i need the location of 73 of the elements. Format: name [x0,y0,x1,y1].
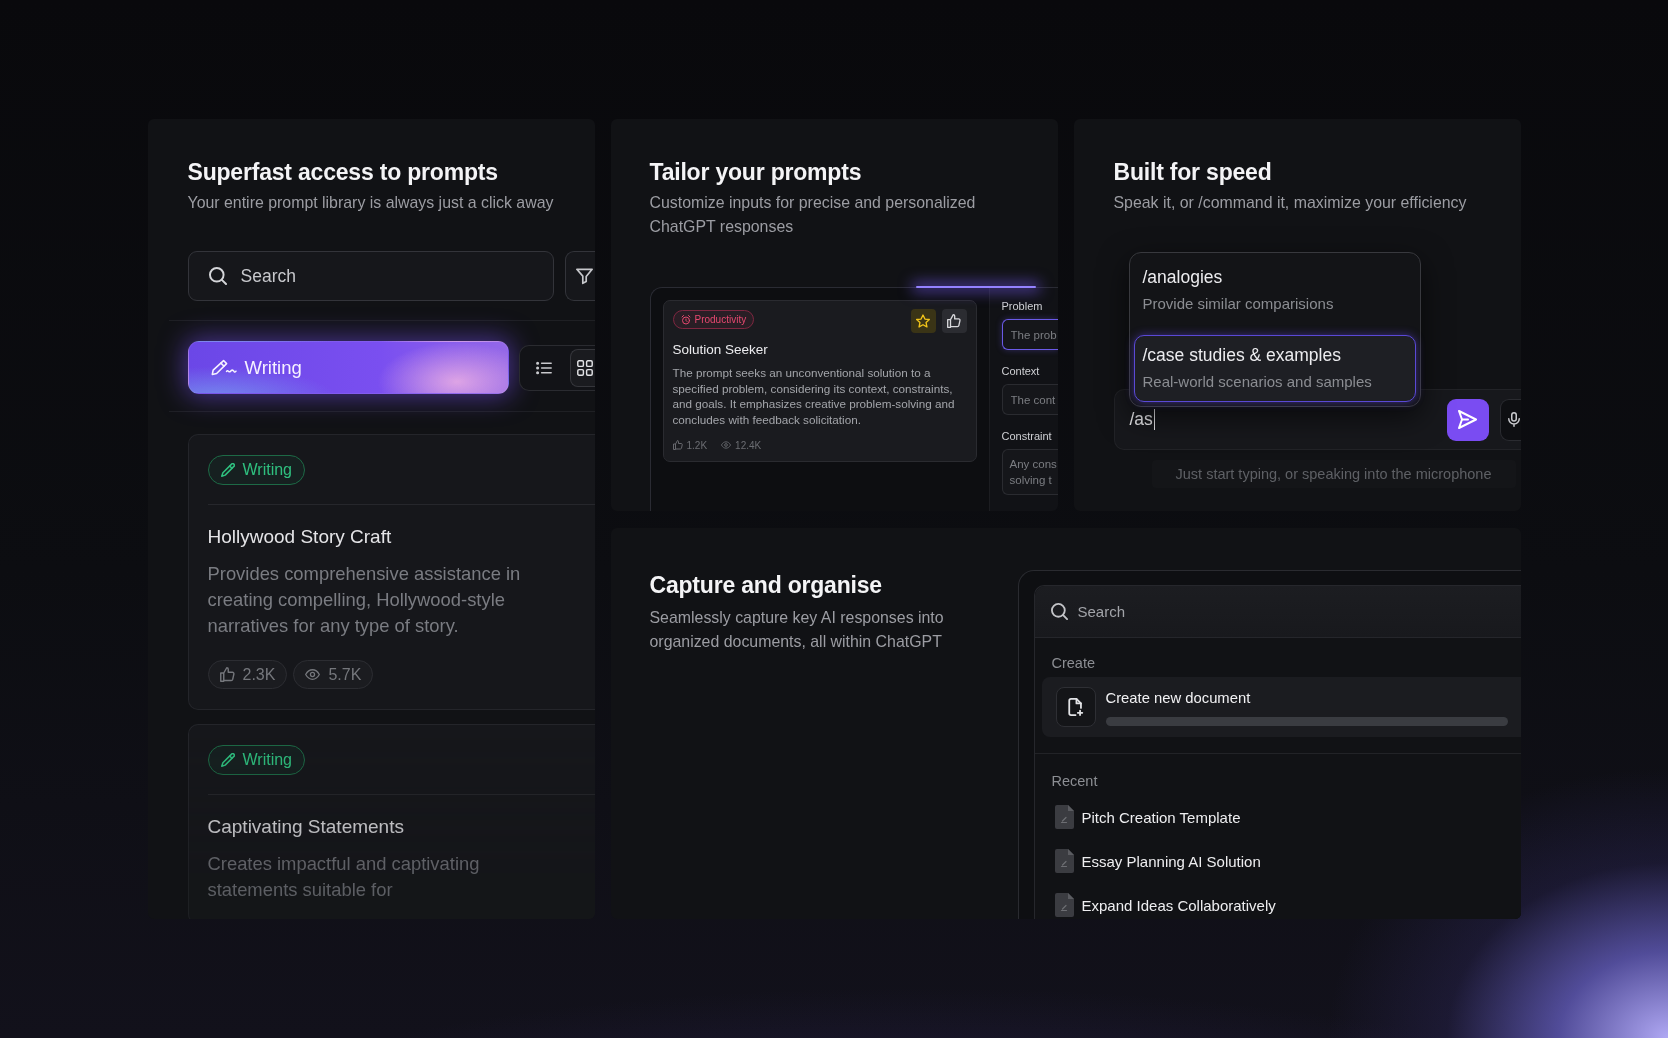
panel-subtitle: Customize inputs for precise and personalized ChatGPT responses [649,193,977,237]
card-title: Solution Seeker [672,341,768,359]
card-title: Hollywood Story Craft [207,525,392,549]
tag-label: Writing [242,751,292,769]
views-count: 5.7K [328,665,362,684]
document-icon [1054,893,1074,917]
likes-count: 1.2K [686,438,708,452]
field-label: Constraint [1001,429,1052,443]
card-description: Provides comprehensive assistance in creating compelling, Hollywood-style narratives for any type of story. [207,562,522,638]
thumbs-up-icon [672,440,683,451]
grid-icon [576,359,593,376]
panel-title: Superfast access to prompts [187,158,498,186]
alarm-clock-icon [680,314,691,325]
text-field[interactable]: The cont [1001,384,1058,415]
star-icon [916,314,930,328]
pen-icon [220,753,235,767]
section-heading: Recent [1051,772,1098,790]
favorite-button[interactable] [910,309,936,333]
command-input[interactable]: /as [1129,404,1447,435]
panel-subtitle: Speak it, or /command it, maximize your efficiency [1113,193,1467,213]
search-icon [1050,603,1068,620]
prompt-card[interactable]: Writing Captivating Statements Creates impactful and captivating statements suitable for [187,724,595,919]
text-field[interactable]: The prob [1001,319,1058,350]
field-label: Problem [1001,299,1043,313]
search-field[interactable]: Search [187,251,554,301]
document-icon [1054,805,1074,829]
text-cursor-icon [1153,409,1156,430]
send-icon [1458,410,1477,429]
eye-icon [721,440,732,451]
filter-icon [575,267,593,285]
recent-document-item[interactable]: Pitch Creation Template [1034,803,1241,831]
list-icon [535,359,552,376]
filter-button[interactable] [564,251,595,301]
prompt-card[interactable] [662,300,977,462]
recent-document-item[interactable]: Essay Planning AI Solution [1034,847,1261,875]
panel-subtitle: Your entire prompt library is always just a click away [187,193,554,213]
search-field[interactable]: Search [1034,586,1521,638]
card-description: Creates impactful and captivating statements suitable for [207,852,481,902]
item-label: Create new document [1105,688,1251,707]
eye-icon [305,667,321,682]
like-button[interactable] [941,309,967,333]
microphone-icon [1507,412,1520,427]
panel-title: Tailor your prompts [649,158,862,186]
search-input[interactable]: Search [1077,603,1378,620]
command-option[interactable]: /analogies Provide similar comparisions [1133,257,1416,324]
recent-document-item[interactable]: Expand Ideas Collaboratively [1034,891,1276,919]
card-description: The prompt seeks an unconventional solution to a specified problem, considering its context, constraints, and goals. It emphasizes creative problem-solving and concludes with feedback solicitation. [672,365,956,428]
panel-title: Capture and organise [649,571,882,599]
thumbs-up-icon [219,667,235,682]
send-button[interactable] [1446,398,1489,441]
file-plus-icon [1055,687,1096,727]
text-area[interactable]: Any cons solving t [1001,449,1058,495]
search-icon [208,267,227,285]
views-count: 12.4K [735,438,762,452]
command-option[interactable]: /case studies & examples Real-world scenarios and samples [1133,335,1416,402]
likes-count: 2.3K [242,665,276,684]
grid-view-button[interactable] [569,348,595,387]
microphone-button[interactable] [1499,398,1521,441]
tag-label: Productivity [694,314,747,325]
create-document-item[interactable]: Create new document [1041,677,1521,737]
search-input[interactable]: Search [240,265,501,287]
pen-icon [210,359,237,376]
tag-label: Writing [242,461,292,479]
document-icon [1054,849,1074,873]
thumbs-up-icon [947,314,961,328]
panel-title: Built for speed [1113,158,1272,186]
pen-icon [220,463,235,477]
panel-subtitle: Seamlessly capture key AI responses into organized documents, all within ChatGPT [649,608,945,652]
category-button[interactable]: Writing [187,341,509,394]
field-label: Context [1001,364,1040,378]
prompt-card[interactable]: Writing Hollywood Story Craft Provides comprehensive assistance in creating compelling, Hollywood-style narratives for any type of story. 2.3K 5.7K [187,434,595,710]
card-title: Captivating Statements [207,815,404,839]
section-heading: Create [1051,654,1096,672]
